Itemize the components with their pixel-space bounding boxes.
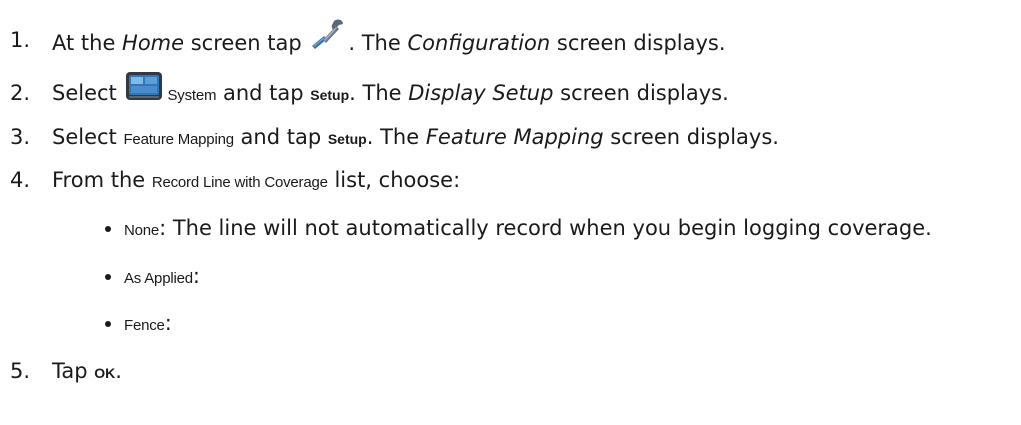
configuration-screen-name: Configuration [407, 31, 551, 55]
text-fragment: Select [52, 81, 124, 105]
home-screen-name: Home [122, 31, 185, 55]
text-fragment: screen displays. [550, 31, 726, 55]
text-fragment: and tap [233, 125, 328, 149]
bullet-dot [105, 226, 111, 232]
feature-mapping-option-label: Feature Mapping [123, 131, 234, 148]
ok-button-label: OK [94, 365, 116, 381]
feature-mapping-screen-name: Feature Mapping [425, 125, 604, 149]
bullet-text: Fence: [124, 309, 172, 340]
step-number: 1. [10, 28, 31, 52]
option-label: As Applied [124, 270, 193, 287]
system-option-label: System [167, 87, 217, 104]
step-number: 3. [10, 125, 31, 149]
text-fragment: Tap [52, 359, 95, 383]
step-number: 5. [10, 359, 31, 383]
step-text: From the Record Line with Coverage list,… [52, 166, 460, 197]
record-line-with-coverage-label: Record Line with Coverage [151, 174, 328, 191]
option-description: : The line will not automatically record… [159, 216, 932, 240]
text-fragment: . The [349, 81, 409, 105]
setup-button-label: Setup [310, 87, 350, 103]
text-fragment: From the [52, 168, 152, 192]
option-description: : [192, 264, 200, 288]
instruction-document: 1. At the Home screen tap . The Configur… [0, 0, 1021, 425]
option-description: : [164, 311, 172, 335]
text-fragment: At the [52, 31, 123, 55]
text-fragment: Select [52, 125, 124, 149]
step-number: 4. [10, 168, 31, 192]
bullet-text: None: The line will not automatically re… [124, 214, 932, 245]
text-fragment: screen displays. [603, 125, 779, 149]
wrench-icon [310, 16, 346, 52]
text-fragment: screen displays. [553, 81, 729, 105]
text-fragment: and tap [216, 81, 311, 105]
text-fragment: . [115, 359, 122, 383]
text-fragment: . The [348, 31, 408, 55]
bullet-dot [105, 274, 111, 280]
text-fragment: . The [366, 125, 426, 149]
text-fragment: screen tap [184, 31, 309, 55]
text-fragment: list, choose: [327, 168, 461, 192]
step-text: Select Feature Mapping and tap Setup. Th… [52, 123, 779, 154]
setup-button-label: Setup [327, 131, 367, 147]
option-label: Fence [124, 317, 165, 334]
system-icon [125, 71, 163, 101]
step-number: 2. [10, 81, 31, 105]
step-text: Tap OK. [52, 357, 122, 387]
bullet-text: As Applied: [124, 262, 200, 293]
option-label: None [124, 222, 160, 239]
display-setup-screen-name: Display Setup [408, 81, 554, 105]
bullet-dot [105, 321, 111, 327]
step-text: Select System and tap Setup. The Display… [52, 72, 729, 110]
step-text: At the Home screen tap . The Configurati… [52, 19, 726, 62]
